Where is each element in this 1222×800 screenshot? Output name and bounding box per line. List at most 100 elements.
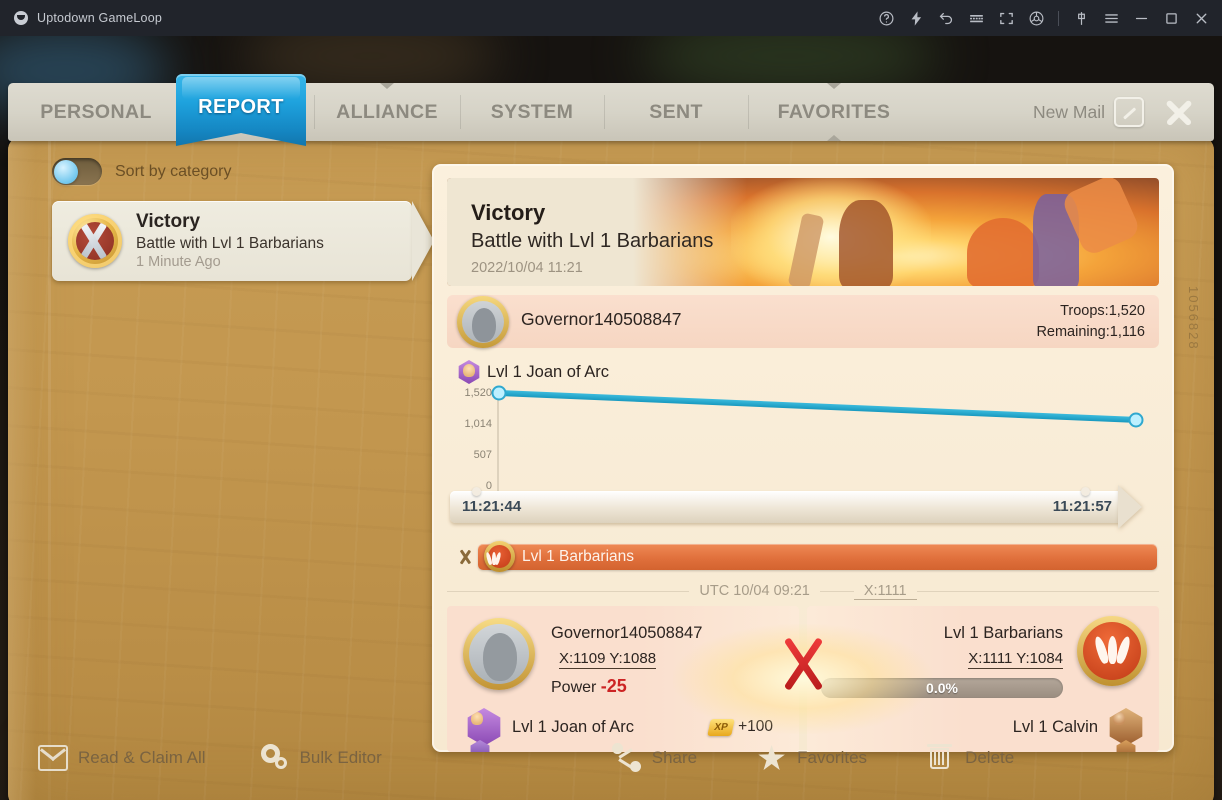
star-icon bbox=[757, 743, 787, 773]
timeline-end-time: 11:21:57 bbox=[1052, 498, 1112, 515]
mail-bottom-toolbar: Read & Claim All Bulk Editor Share Favor… bbox=[8, 728, 1214, 788]
report-title: Victory bbox=[471, 200, 546, 225]
list-item-subtitle: Battle with Lvl 1 Barbarians bbox=[136, 235, 324, 252]
titlebar-controls bbox=[871, 0, 1222, 36]
troop-strength-chart: 1,520 1,014 507 0 bbox=[454, 386, 1154, 513]
claw-marks bbox=[485, 551, 502, 567]
crossed-swords-icon bbox=[457, 549, 473, 565]
account-icon[interactable] bbox=[1021, 0, 1051, 36]
list-item-texts: Victory Battle with Lvl 1 Barbarians 1 M… bbox=[136, 211, 398, 270]
timeline-start-time: 11:21:44 bbox=[462, 498, 522, 515]
troops-value: Troops:1,520 bbox=[1060, 303, 1145, 319]
governor-name: Governor140508847 bbox=[521, 309, 682, 329]
sort-by-category-label: Sort by category bbox=[115, 162, 232, 180]
report-detail-panel: Victory Battle with Lvl 1 Barbarians 202… bbox=[432, 164, 1174, 752]
help-icon[interactable] bbox=[871, 0, 901, 36]
chart-series-header: Lvl 1 Joan of Arc bbox=[457, 360, 609, 384]
active-tab-ribbon[interactable]: REPORT bbox=[176, 74, 306, 146]
tab-label: FAVORITES bbox=[777, 100, 891, 123]
sort-by-category-toggle[interactable] bbox=[52, 158, 102, 185]
y-tick-label: 1,014 bbox=[464, 418, 492, 430]
fullscreen-icon[interactable] bbox=[991, 0, 1021, 36]
attacker-power: Power -25 bbox=[551, 676, 627, 697]
timeline-arrow-icon bbox=[1118, 485, 1142, 529]
parchment-edge bbox=[8, 136, 36, 800]
app-logo-icon bbox=[14, 11, 28, 25]
governor-summary-row: Governor140508847 Troops:1,520 Remaining… bbox=[447, 295, 1159, 348]
y-tick-label: 507 bbox=[473, 449, 492, 461]
active-tab-label: REPORT bbox=[198, 96, 284, 118]
keyboard-icon[interactable] bbox=[961, 0, 991, 36]
delete-button[interactable]: Delete bbox=[925, 743, 1014, 773]
favorites-button[interactable]: Favorites bbox=[757, 743, 867, 773]
claw-marks bbox=[1092, 635, 1133, 668]
back-icon[interactable] bbox=[931, 0, 961, 36]
trash-icon bbox=[925, 743, 955, 773]
minimize-icon[interactable] bbox=[1126, 0, 1156, 36]
boost-icon[interactable] bbox=[901, 0, 931, 36]
tab-system[interactable]: SYSTEM bbox=[460, 83, 604, 141]
timeline-track[interactable] bbox=[450, 491, 1122, 523]
read-claim-all-label: Read & Claim All bbox=[78, 748, 206, 767]
medal-inner bbox=[76, 222, 114, 260]
power-value: -25 bbox=[600, 676, 627, 696]
read-claim-all-button[interactable]: Read & Claim All bbox=[38, 743, 206, 773]
defender-hp-bar: 0.0% bbox=[821, 678, 1063, 698]
tab-alliance[interactable]: ALLIANCE bbox=[314, 83, 460, 141]
game-viewport: 1056828 PERSONAL REPORT ALLIANCE SYSTEM … bbox=[0, 36, 1222, 800]
battle-timeline[interactable]: 11:21:44 11:21:57 bbox=[450, 485, 1142, 529]
avatar-portrait bbox=[462, 301, 504, 343]
rule bbox=[819, 590, 854, 592]
pin-icon[interactable] bbox=[1066, 0, 1096, 36]
battle-utc-time: UTC 10/04 09:21 bbox=[699, 583, 810, 599]
crossed-swords-icon bbox=[771, 634, 835, 698]
timeline-handle-start[interactable] bbox=[472, 487, 481, 496]
titlebar-divider bbox=[1058, 10, 1059, 26]
chart-series-line bbox=[498, 390, 1136, 423]
tab-sent[interactable]: SENT bbox=[604, 83, 748, 141]
chart-series-label: Lvl 1 Joan of Arc bbox=[487, 362, 609, 381]
victory-medal-icon bbox=[68, 214, 122, 268]
avatar-portrait bbox=[469, 624, 529, 684]
banner-sun bbox=[731, 178, 932, 286]
delete-label: Delete bbox=[965, 748, 1015, 767]
close-icon[interactable] bbox=[1186, 0, 1216, 36]
new-mail-label: New Mail bbox=[1033, 101, 1105, 122]
rule bbox=[916, 590, 1160, 592]
share-icon bbox=[611, 743, 642, 773]
enemy-bar-row[interactable]: Lvl 1 Barbarians bbox=[457, 541, 1157, 572]
battle-x-marker: X:1111 bbox=[853, 583, 917, 600]
parchment-fold bbox=[48, 136, 51, 800]
tab-label: PERSONAL bbox=[40, 100, 152, 123]
compose-pencil-icon bbox=[1114, 97, 1144, 127]
side-id-number: 1056828 bbox=[1186, 286, 1201, 351]
attacker-avatar bbox=[463, 618, 535, 690]
screen: Uptodown GameLoop 1056828 PERSONAL ALLIA… bbox=[0, 0, 1222, 800]
list-item-title: Victory bbox=[136, 211, 201, 232]
sort-by-category-row[interactable]: Sort by category bbox=[52, 158, 232, 185]
list-item[interactable]: Victory Battle with Lvl 1 Barbarians 1 M… bbox=[52, 201, 412, 281]
menu-icon[interactable] bbox=[1096, 0, 1126, 36]
banner-figure bbox=[967, 218, 1039, 286]
tab-personal[interactable]: PERSONAL bbox=[8, 83, 184, 141]
favorites-label: Favorites bbox=[797, 748, 868, 767]
battle-detail-section: UTC 10/04 09:21 X:1111 Governor140508847… bbox=[447, 582, 1160, 752]
timeline-handle-end[interactable] bbox=[1081, 487, 1090, 496]
tab-favorites[interactable]: FAVORITES bbox=[748, 83, 920, 141]
app-title: Uptodown GameLoop bbox=[37, 11, 163, 25]
attacker-coords: X:1109 Y:1088 bbox=[559, 650, 657, 669]
governor-troop-stats: Troops:1,520 Remaining:1,116 bbox=[1036, 301, 1145, 343]
tab-label: SENT bbox=[649, 100, 703, 123]
power-label: Power bbox=[551, 679, 601, 696]
report-date: 2022/10/04 11:21 bbox=[471, 260, 583, 276]
tab-label: ALLIANCE bbox=[336, 100, 438, 123]
bulk-editor-button[interactable]: Bulk Editor bbox=[260, 743, 382, 773]
share-button[interactable]: Share bbox=[611, 743, 697, 773]
maximize-icon[interactable] bbox=[1156, 0, 1186, 36]
toggle-knob bbox=[53, 159, 78, 184]
barbarian-emblem-icon bbox=[1077, 616, 1147, 686]
avatar bbox=[457, 296, 509, 348]
close-mail-button[interactable] bbox=[1156, 89, 1202, 135]
new-mail-button[interactable]: New Mail bbox=[1033, 97, 1156, 127]
enemy-bar[interactable]: Lvl 1 Barbarians bbox=[478, 541, 1157, 572]
